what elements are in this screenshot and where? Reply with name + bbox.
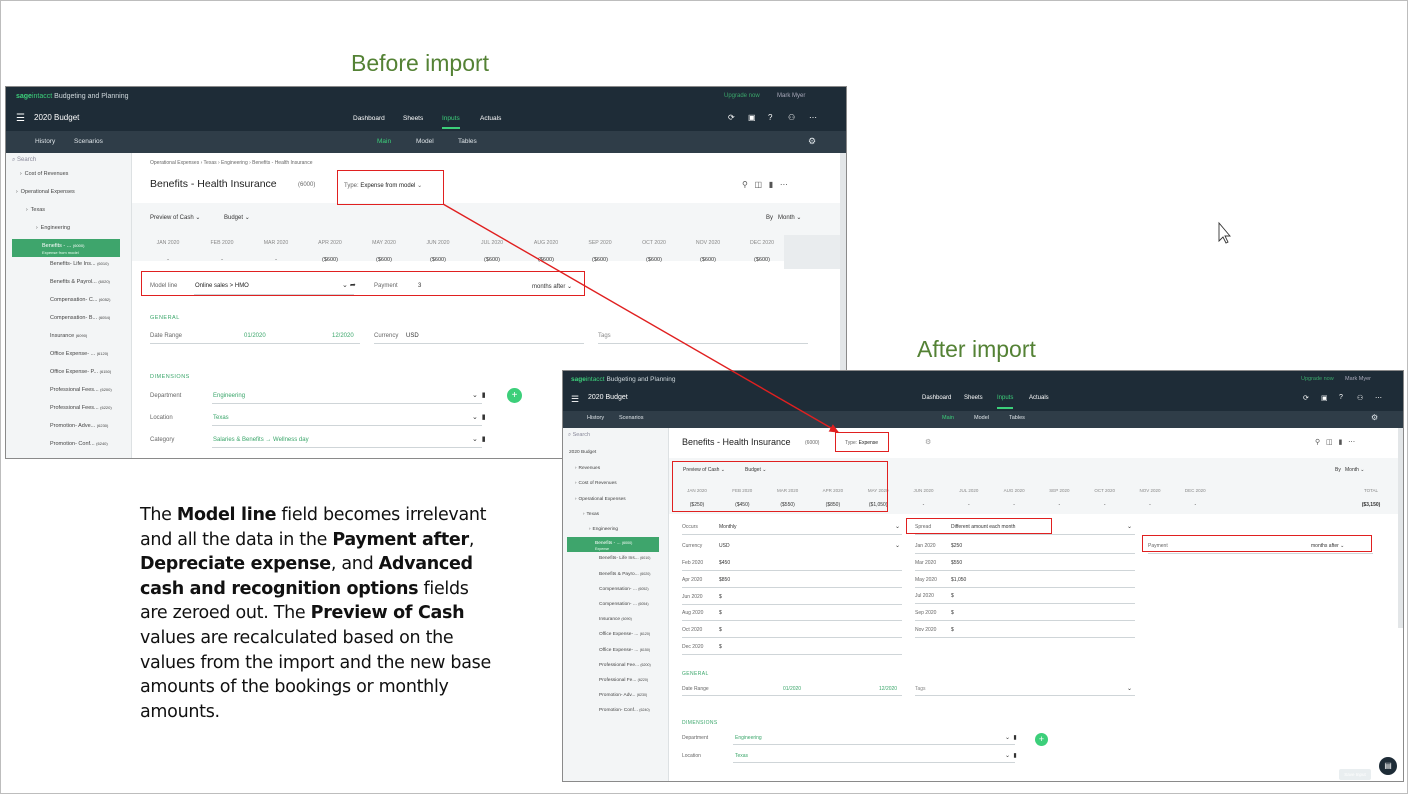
cursor-icon [1218, 221, 1231, 244]
annotation-arrow [442, 203, 1231, 433]
